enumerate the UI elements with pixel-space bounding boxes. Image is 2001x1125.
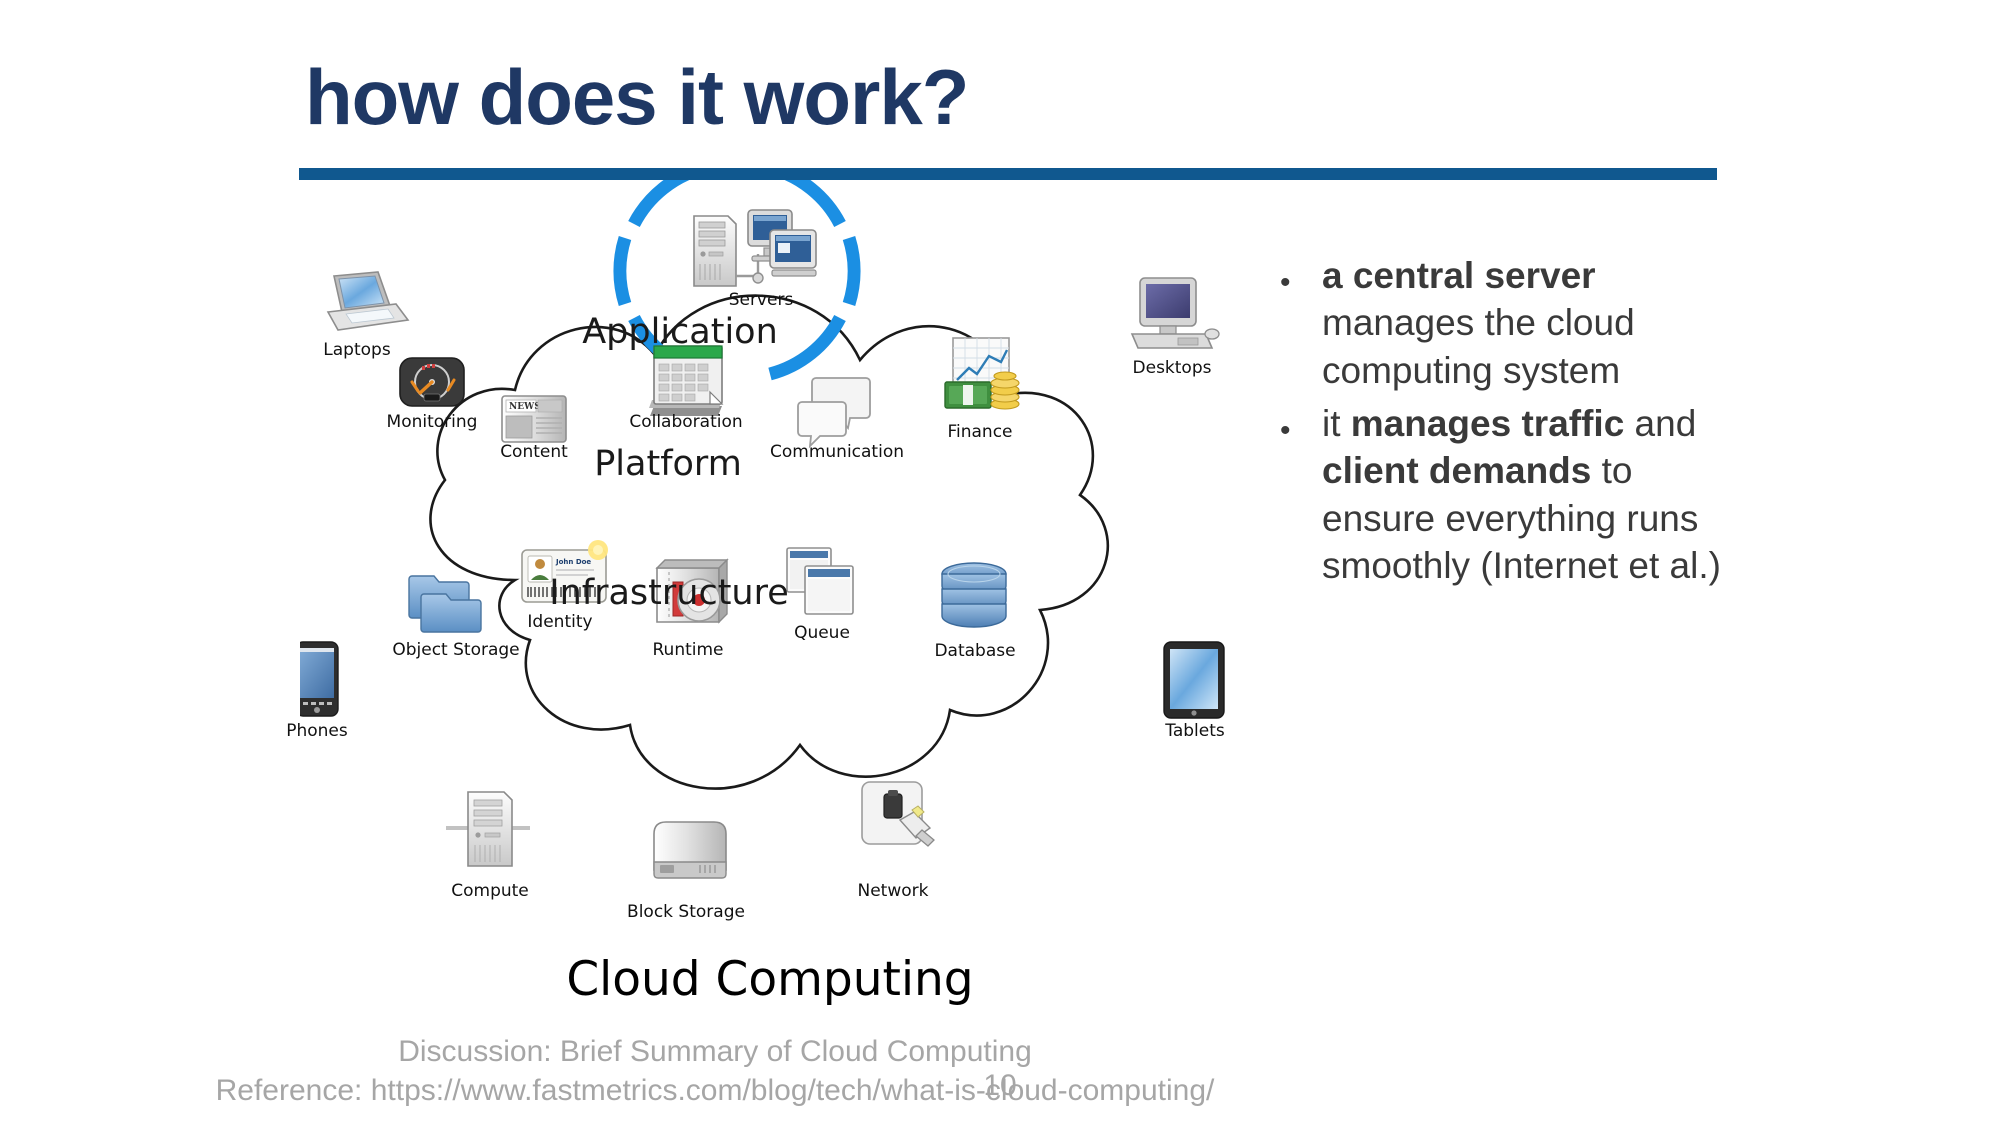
- layer-label-infrastructure: Infrastructure: [549, 573, 789, 613]
- cloud-computing-diagram: NEWS John Doe Servers Laptops Desktops P…: [286, 180, 1250, 1030]
- list-item: • a central server manages the cloud com…: [1280, 252, 1750, 394]
- queue-label: Queue: [794, 623, 850, 643]
- folders-icon: [408, 575, 482, 633]
- compute-label: Compute: [451, 881, 529, 901]
- newspaper-icon: NEWS: [501, 395, 567, 443]
- bullet-marker: •: [1280, 414, 1291, 448]
- layer-label-platform: Platform: [594, 444, 742, 484]
- bullet-2-seg-3: and: [1624, 403, 1697, 445]
- footer: Discussion: Brief Summary of Cloud Compu…: [0, 1032, 1430, 1110]
- desktops-label: Desktops: [1132, 358, 1212, 378]
- smartphone-icon: [300, 641, 339, 717]
- database-label: Database: [934, 641, 1016, 661]
- cloud-computing-title: Cloud Computing: [566, 952, 974, 1007]
- monitoring-label: Monitoring: [386, 412, 478, 432]
- database-cylinder-icon: [941, 562, 1007, 628]
- runtime-label: Runtime: [652, 640, 724, 660]
- laptops-label: Laptops: [323, 340, 391, 360]
- page-number: 10: [983, 1069, 1017, 1102]
- bullet-2-seg-1: it: [1322, 403, 1351, 445]
- network-jack-icon: [861, 781, 935, 847]
- page-title: how does it work?: [305, 53, 969, 141]
- collaboration-label: Collaboration: [629, 412, 743, 432]
- servers-icon: [693, 209, 817, 287]
- layer-label-application: Application: [582, 312, 778, 352]
- server-tower-icon: [446, 791, 530, 867]
- bullet-1-bold-lead: a central server: [1322, 255, 1596, 296]
- communication-label: Communication: [770, 442, 904, 462]
- network-label: Network: [857, 881, 929, 901]
- svg-text:John Doe: John Doe: [555, 558, 591, 566]
- object-storage-label: Object Storage: [392, 640, 520, 660]
- title-underline-rule: [299, 168, 1717, 180]
- calendar-icon: [649, 345, 724, 416]
- identity-label: Identity: [527, 612, 593, 632]
- bullet-1-rest: manages the cloud computing system: [1322, 302, 1635, 391]
- servers-label: Servers: [728, 290, 794, 310]
- hard-drive-icon: [653, 821, 727, 879]
- desktop-computer-icon: [1130, 277, 1220, 349]
- footer-reference-line: Reference: https://www.fastmetrics.com/b…: [215, 1074, 1215, 1107]
- money-chart-icon: [944, 337, 1020, 410]
- bullet-text-2: it manages traffic and client demands to…: [1322, 400, 1750, 589]
- footer-discussion-line: Discussion: Brief Summary of Cloud Compu…: [398, 1035, 1032, 1068]
- block-storage-label: Block Storage: [627, 902, 745, 922]
- finance-label: Finance: [947, 422, 1013, 442]
- svg-text:NEWS: NEWS: [509, 402, 541, 412]
- bullet-list: • a central server manages the cloud com…: [1280, 252, 1750, 596]
- list-item: • it manages traffic and client demands …: [1280, 400, 1750, 589]
- bullet-marker: •: [1280, 266, 1291, 299]
- tablet-icon: [1163, 641, 1225, 719]
- bullet-text-1: a central server manages the cloud compu…: [1322, 252, 1750, 394]
- tablets-label: Tablets: [1165, 721, 1225, 741]
- bullet-2-seg-4: client demands: [1322, 450, 1592, 492]
- phones-label: Phones: [286, 721, 348, 741]
- gauge-icon: [399, 357, 465, 407]
- slide: how does it work? NEWS John Doe Servers …: [0, 0, 2001, 1125]
- content-label: Content: [500, 442, 568, 462]
- bullet-2-seg-2: manages traffic: [1350, 403, 1625, 445]
- laptop-icon: [326, 271, 410, 331]
